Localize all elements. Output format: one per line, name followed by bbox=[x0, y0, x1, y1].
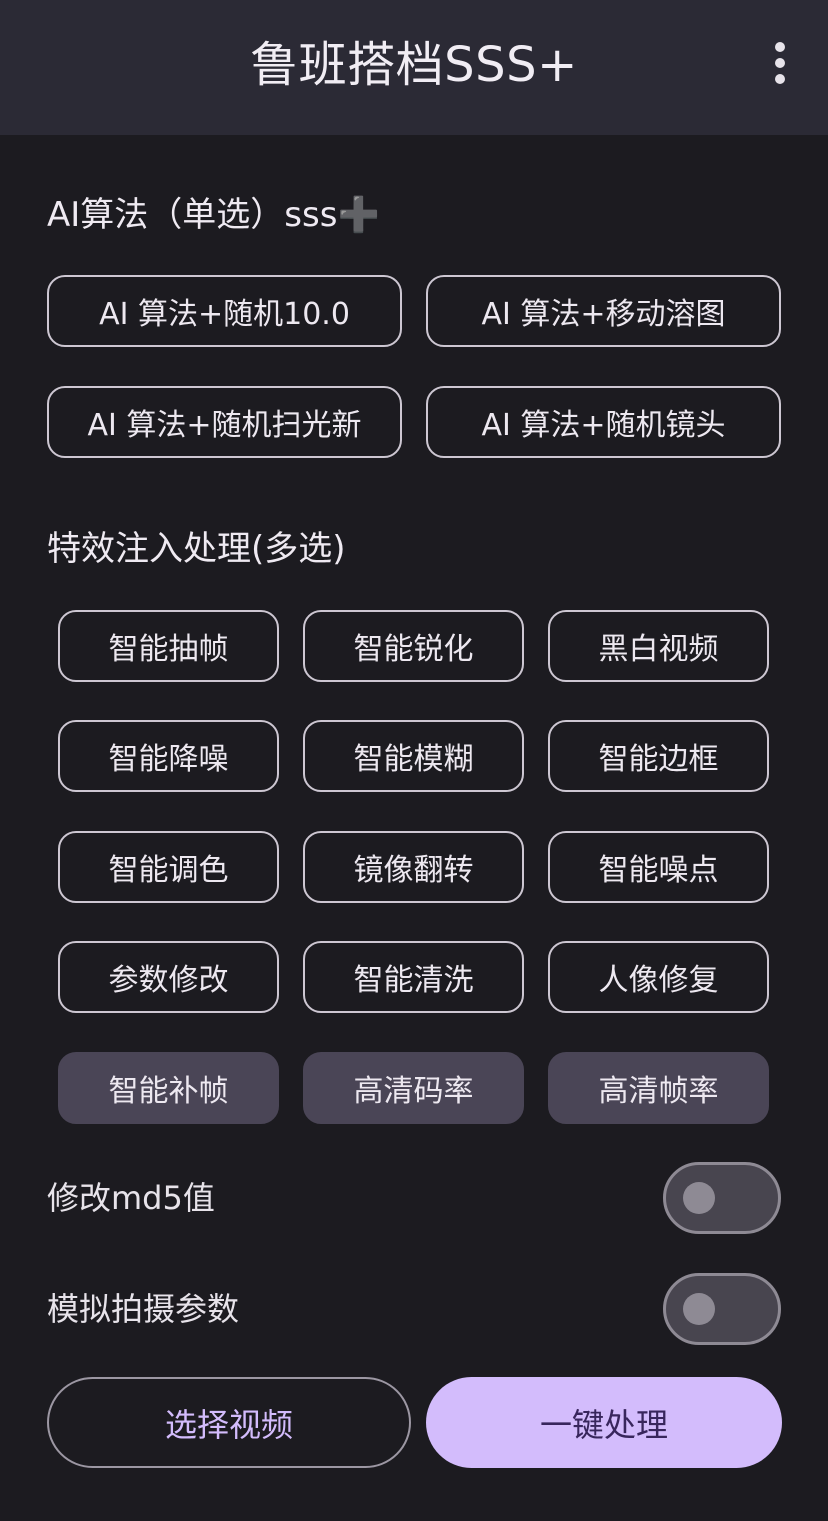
ai-option-move-blend[interactable]: AI 算法+移动溶图 bbox=[426, 275, 781, 347]
one-click-process-button[interactable]: 一键处理 bbox=[426, 1377, 782, 1468]
ai-algorithm-title-text: AI算法（单选）sss bbox=[47, 195, 338, 235]
effect-chip-label: 黑白视频 bbox=[598, 632, 719, 667]
select-video-label: 选择视频 bbox=[164, 1405, 293, 1444]
one-click-process-label: 一键处理 bbox=[539, 1405, 668, 1444]
effect-chip-label: 智能补帧 bbox=[108, 1074, 229, 1109]
ai-algorithm-section-title: AI算法（单选）sss➕ bbox=[47, 190, 380, 240]
md5-toggle[interactable] bbox=[663, 1162, 781, 1234]
toggle-knob bbox=[683, 1182, 715, 1214]
ai-option-label: AI 算法+随机镜头 bbox=[481, 408, 726, 443]
app-title: 鲁班搭档SSS+ bbox=[250, 37, 578, 93]
effect-chip-border[interactable]: 智能边框 bbox=[548, 720, 769, 792]
effect-chip-denoise[interactable]: 智能降噪 bbox=[58, 720, 279, 792]
effect-chip-label: 高清码率 bbox=[353, 1074, 474, 1109]
ai-option-random-lens[interactable]: AI 算法+随机镜头 bbox=[426, 386, 781, 458]
effect-chip-label: 高清帧率 bbox=[598, 1074, 719, 1109]
effect-chip-label: 人像修复 bbox=[598, 963, 719, 998]
effects-section-title: 特效注入处理(多选) bbox=[47, 529, 346, 569]
effect-chip-hd-framerate[interactable]: 高清帧率 bbox=[548, 1052, 769, 1124]
toggle-label-md5: 修改md5值 bbox=[47, 1179, 215, 1217]
effect-chip-mirror-flip[interactable]: 镜像翻转 bbox=[303, 831, 524, 903]
effect-chip-label: 智能模糊 bbox=[353, 742, 474, 777]
ai-option-label: AI 算法+移动溶图 bbox=[481, 297, 726, 332]
effect-chip-label: 智能调色 bbox=[108, 853, 229, 888]
simulate-shoot-toggle[interactable] bbox=[663, 1273, 781, 1345]
ai-option-label: AI 算法+随机10.0 bbox=[99, 297, 350, 332]
ai-option-label: AI 算法+随机扫光新 bbox=[87, 408, 362, 443]
toggle-label-simulate-shoot: 模拟拍摄参数 bbox=[47, 1290, 240, 1328]
plus-icon: ➕ bbox=[337, 195, 380, 235]
effect-chip-black-white[interactable]: 黑白视频 bbox=[548, 610, 769, 682]
effect-chip-frame-interpolate[interactable]: 智能补帧 bbox=[58, 1052, 279, 1124]
app-root: 鲁班搭档SSS+ AI算法（单选）sss➕ AI 算法+随机10.0 AI 算法… bbox=[0, 0, 828, 1521]
effect-chip-portrait-repair[interactable]: 人像修复 bbox=[548, 941, 769, 1013]
effect-chip-label: 参数修改 bbox=[108, 963, 229, 998]
more-vert-icon[interactable] bbox=[762, 38, 798, 88]
effect-chip-label: 智能噪点 bbox=[598, 853, 719, 888]
effect-chip-label: 智能抽帧 bbox=[108, 632, 229, 667]
effect-chip-clean[interactable]: 智能清洗 bbox=[303, 941, 524, 1013]
toggle-knob bbox=[683, 1293, 715, 1325]
effect-chip-label: 智能降噪 bbox=[108, 742, 229, 777]
effect-chip-frame-extract[interactable]: 智能抽帧 bbox=[58, 610, 279, 682]
effect-chip-noise-dots[interactable]: 智能噪点 bbox=[548, 831, 769, 903]
effect-chip-hd-bitrate[interactable]: 高清码率 bbox=[303, 1052, 524, 1124]
select-video-button[interactable]: 选择视频 bbox=[47, 1377, 411, 1468]
effect-chip-label: 智能边框 bbox=[598, 742, 719, 777]
ai-option-random-scan-light[interactable]: AI 算法+随机扫光新 bbox=[47, 386, 402, 458]
effect-chip-blur[interactable]: 智能模糊 bbox=[303, 720, 524, 792]
effect-chip-label: 镜像翻转 bbox=[353, 853, 474, 888]
ai-option-random-10[interactable]: AI 算法+随机10.0 bbox=[47, 275, 402, 347]
effect-chip-label: 智能锐化 bbox=[353, 632, 474, 667]
effect-chip-param-modify[interactable]: 参数修改 bbox=[58, 941, 279, 1013]
effect-chip-sharpen[interactable]: 智能锐化 bbox=[303, 610, 524, 682]
app-bar: 鲁班搭档SSS+ bbox=[0, 0, 828, 135]
effect-chip-color-grade[interactable]: 智能调色 bbox=[58, 831, 279, 903]
effect-chip-label: 智能清洗 bbox=[353, 963, 474, 998]
